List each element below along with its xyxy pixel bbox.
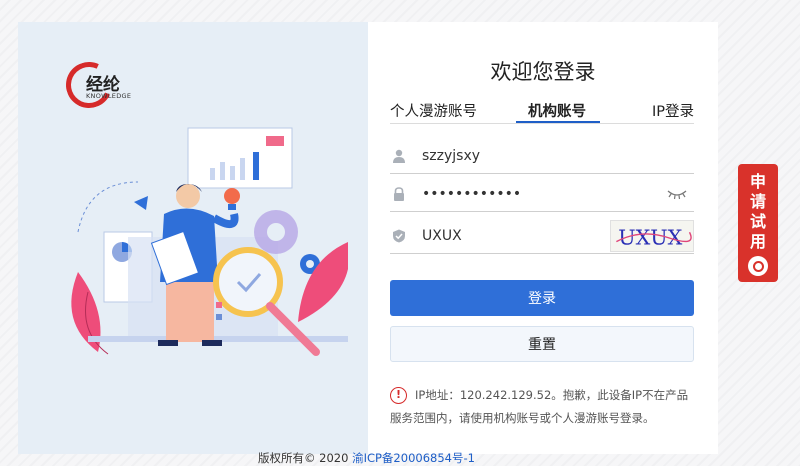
login-title: 欢迎您登录: [490, 60, 596, 84]
captcha-image[interactable]: UXUX: [610, 220, 694, 252]
ip-notice: ! IP地址：120.242.129.52。抱歉，此设备IP不在产品服务范围内，请…: [390, 384, 694, 430]
trial-char: 申: [749, 172, 766, 191]
username-input[interactable]: [422, 147, 694, 164]
brand-logo: 经纶 KNOWLEDGE: [59, 55, 146, 115]
password-field: [390, 176, 694, 212]
eye-closed-icon[interactable]: [666, 188, 688, 200]
person-analytics-illustration: [71, 127, 348, 356]
tab-institution[interactable]: 机构账号: [516, 100, 600, 123]
search-circle-icon: [748, 256, 768, 276]
login-tabs: 个人漫游账号 机构账号 IP登录: [390, 98, 694, 124]
copyright-text: 版权所有© 2020: [258, 451, 349, 465]
illustration-panel: 经纶 KNOWLEDGE: [18, 22, 368, 454]
lock-icon: [394, 186, 404, 201]
footer: 版权所有© 2020 渝ICP备20006854号-1: [258, 450, 475, 466]
trial-char: 请: [749, 192, 766, 211]
reset-button[interactable]: 重置: [390, 326, 694, 362]
trial-char: 试: [749, 212, 766, 231]
user-icon: [393, 149, 405, 163]
login-card: 经纶 KNOWLEDGE 欢迎您登录 个人漫游账号 机构账号 IP登录 szzy…: [18, 22, 718, 454]
tab-personal-roaming[interactable]: 个人漫游账号: [390, 100, 477, 121]
password-input[interactable]: [422, 185, 694, 202]
login-panel: 欢迎您登录 个人漫游账号 机构账号 IP登录 szzyjsxy ••••••••…: [368, 22, 718, 454]
captcha-field: UXUX: [390, 218, 694, 254]
apply-trial-button[interactable]: 申 请 试 用: [738, 164, 778, 282]
icp-link[interactable]: 渝ICP备20006854号-1: [352, 451, 475, 465]
warning-icon: !: [390, 387, 407, 404]
shield-check-icon: [393, 229, 405, 242]
logo-subtitle: KNOWLEDGE: [86, 92, 132, 100]
tab-ip-login[interactable]: IP登录: [652, 100, 694, 121]
username-field: [390, 138, 694, 174]
trial-char: 用: [749, 232, 766, 251]
ip-notice-text: IP地址：120.242.129.52。抱歉，此设备IP不在产品服务范围内，请使…: [390, 388, 689, 425]
login-button[interactable]: 登录: [390, 280, 694, 316]
